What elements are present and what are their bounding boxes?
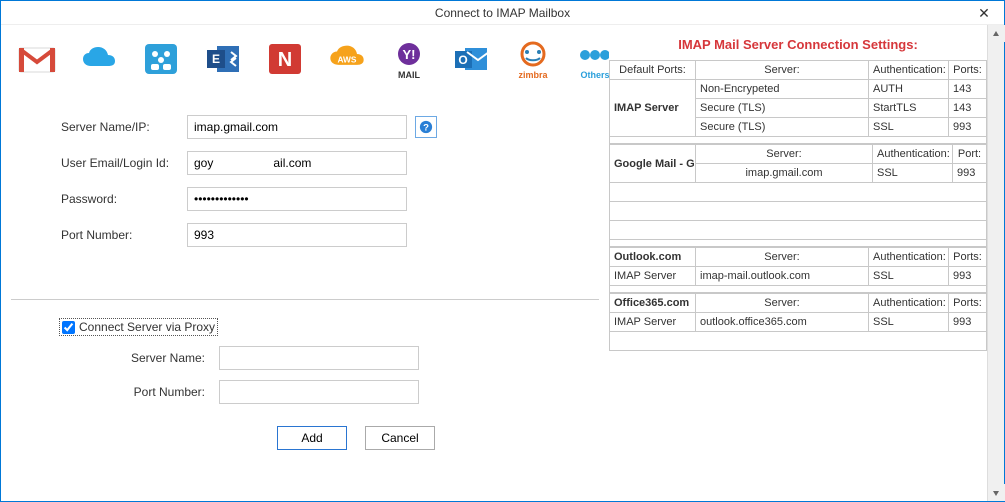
cancel-button[interactable]: Cancel bbox=[365, 426, 435, 450]
th-ports: Ports: bbox=[949, 61, 987, 80]
provider-gmail[interactable] bbox=[17, 37, 57, 81]
provider-icloud[interactable] bbox=[79, 37, 119, 81]
provider-groupwise[interactable] bbox=[141, 37, 181, 81]
window-title: Connect to IMAP Mailbox bbox=[435, 6, 570, 20]
office365-label: Office365.com bbox=[610, 294, 696, 313]
gmail-table: Google Mail - Gmail Server: Authenticati… bbox=[609, 144, 987, 247]
close-icon[interactable]: ✕ bbox=[964, 1, 1004, 25]
provider-others-label: Others bbox=[580, 70, 609, 80]
port-label: Port Number: bbox=[61, 228, 187, 242]
svg-text:O: O bbox=[458, 53, 467, 67]
provider-row: E N AWS Y! MAIL O zimbra bbox=[11, 35, 599, 87]
gmail-note-1: Please make sure, that IMAP access is en… bbox=[610, 183, 987, 202]
password-input[interactable] bbox=[187, 187, 407, 211]
th-auth: Authentication: bbox=[869, 61, 949, 80]
proxy-checkbox[interactable] bbox=[62, 321, 75, 334]
proxy-checkbox-wrap[interactable]: Connect Server via Proxy bbox=[59, 318, 218, 336]
provider-zimbra-label: zimbra bbox=[518, 70, 547, 80]
settings-title: IMAP Mail Server Connection Settings: bbox=[609, 31, 987, 60]
divider bbox=[11, 299, 599, 300]
user-input[interactable] bbox=[187, 151, 407, 175]
svg-text:AWS: AWS bbox=[338, 54, 357, 64]
proxy-port-label: Port Number: bbox=[59, 385, 219, 399]
office365-table: Office365.com Server: Authentication: Po… bbox=[609, 293, 987, 351]
gmail-note-3: You also need to enable "less secure app… bbox=[610, 221, 987, 240]
svg-text:?: ? bbox=[423, 123, 429, 134]
generic-label: IMAP Server bbox=[610, 80, 696, 137]
gmail-note-2: Login to your account and enable IMAP. bbox=[610, 202, 987, 221]
server-input[interactable] bbox=[187, 115, 407, 139]
provider-n[interactable]: N bbox=[265, 37, 305, 81]
outlook-label: Outlook.com bbox=[610, 248, 696, 267]
th-default-ports: Default Ports: bbox=[610, 61, 696, 80]
help-icon: ? bbox=[419, 120, 433, 134]
svg-text:E: E bbox=[212, 52, 220, 66]
server-label: Server Name/IP: bbox=[61, 120, 187, 134]
scroll-down-icon[interactable] bbox=[988, 484, 1005, 501]
proxy-checkbox-label: Connect Server via Proxy bbox=[79, 320, 215, 334]
scrollbar[interactable] bbox=[987, 25, 1004, 501]
add-button[interactable]: Add bbox=[277, 426, 347, 450]
office365-note: Note: If the above settings are not work… bbox=[610, 332, 987, 351]
th-server: Server: bbox=[696, 61, 869, 80]
proxy-server-label: Server Name: bbox=[59, 351, 219, 365]
provider-yahoo[interactable]: Y! MAIL bbox=[389, 37, 429, 81]
settings-panel: IMAP Mail Server Connection Settings: De… bbox=[609, 29, 987, 497]
proxy-server-input[interactable] bbox=[219, 346, 419, 370]
svg-text:Y!: Y! bbox=[403, 47, 416, 62]
provider-exchange[interactable]: E bbox=[203, 37, 243, 81]
scroll-up-icon[interactable] bbox=[988, 25, 1005, 42]
password-label: Password: bbox=[61, 192, 187, 206]
svg-text:N: N bbox=[278, 49, 292, 71]
outlook-table: Outlook.com Server: Authentication: Port… bbox=[609, 247, 987, 293]
user-label: User Email/Login Id: bbox=[61, 156, 187, 170]
help-button[interactable]: ? bbox=[415, 116, 437, 138]
provider-zimbra[interactable]: zimbra bbox=[513, 37, 553, 81]
gmail-label: Google Mail - Gmail bbox=[610, 145, 696, 183]
port-input[interactable] bbox=[187, 223, 407, 247]
generic-table: Default Ports: Server: Authentication: P… bbox=[609, 60, 987, 144]
provider-aws[interactable]: AWS bbox=[327, 37, 367, 81]
provider-outlook[interactable]: O bbox=[451, 37, 491, 81]
proxy-port-input[interactable] bbox=[219, 380, 419, 404]
provider-yahoo-label: MAIL bbox=[398, 70, 420, 80]
